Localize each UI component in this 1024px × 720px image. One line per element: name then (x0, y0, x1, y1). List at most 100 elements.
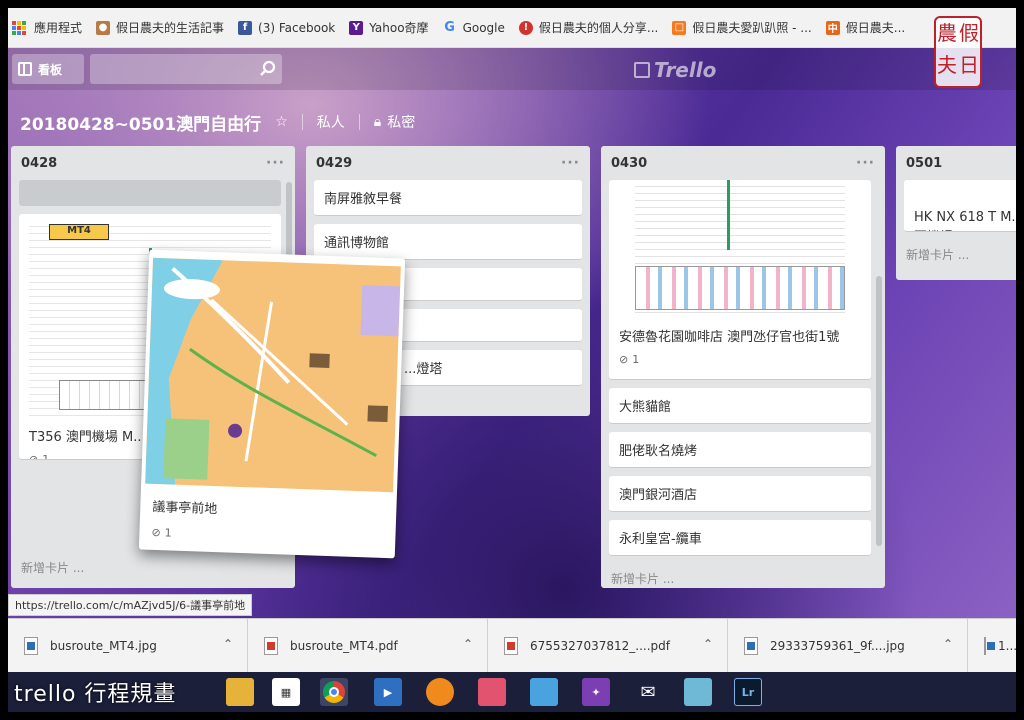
list-scrollbar[interactable] (876, 276, 882, 546)
notes-app-icon[interactable] (684, 678, 712, 706)
card-title: HK NX 618 T M... 國機場 18/05/01... (914, 210, 1016, 231)
bookmark-label: 假日農夫愛趴趴照 - ... (692, 21, 812, 35)
bookmark-label: 應用程式 (34, 21, 83, 35)
pin-icon: ! (518, 20, 533, 35)
paperclip-icon: ⊘ (619, 353, 629, 366)
list-header[interactable]: 0430 ··· (601, 146, 885, 180)
list-header[interactable]: 0501 (896, 146, 1016, 180)
trello-logo-icon (634, 62, 650, 78)
download-item[interactable]: 1... (968, 619, 1016, 673)
list-menu-icon[interactable]: ··· (561, 155, 580, 171)
trello-board: 看板 Trello 20180428~0501澳門自由行 ☆ 私人 🔒︎ 私密 (8, 48, 1016, 618)
card[interactable]: 大熊貓館 (609, 388, 871, 424)
stamp-char: 夫 (937, 53, 957, 77)
bookmark-facebook[interactable]: f (3) Facebook (238, 20, 336, 35)
bookmarks-bar: 應用程式 ● 假日農夫的生活記事 f (3) Facebook Y Yahoo奇… (8, 8, 1016, 48)
bookmark-label: 假日農夫... (845, 21, 906, 35)
card-cover-grey[interactable] (19, 180, 281, 206)
macau-map (145, 257, 401, 485)
download-filename: 29333759361_9f....jpg (770, 638, 905, 653)
privacy-button[interactable]: 🔒︎ 私密 (374, 112, 415, 132)
route-line (727, 180, 730, 250)
bookmark-blog[interactable]: ● 假日農夫的生活記事 (96, 19, 224, 36)
attachment-badge: ⊘ 1 (151, 526, 172, 540)
trello-header: 看板 Trello (8, 48, 1016, 90)
bookmark-google[interactable]: G Google (443, 20, 505, 35)
google-icon: G (444, 20, 455, 35)
card-cafe[interactable]: 安德魯花園咖啡店 澳門氹仔官也街1號 ⊘ 1 (609, 180, 871, 380)
blog-icon: 中 (825, 20, 840, 35)
add-card-button[interactable]: 新增卡片 ... (601, 564, 885, 597)
list-title: 0429 (316, 155, 353, 171)
image-file-icon (984, 636, 995, 655)
add-card-button[interactable]: 新增卡片 ... (896, 240, 1016, 273)
download-filename: busroute_MT4.jpg (50, 638, 157, 653)
bookmark-label: 假日農夫的個人分享... (538, 21, 659, 35)
card[interactable]: 肥佬耿名燒烤 (609, 432, 871, 468)
download-item[interactable]: 6755327037812_....pdf ⌃ (488, 618, 728, 673)
download-item[interactable]: 29333759361_9f....jpg ⌃ (728, 618, 968, 673)
attachment-count: 1 (42, 453, 50, 460)
bookmark-personal-share[interactable]: ! 假日農夫的個人分享... (518, 19, 659, 36)
media-player-icon[interactable]: ▶ (374, 678, 402, 706)
add-card-button[interactable]: 新增卡片 ... (11, 553, 94, 586)
star-icon[interactable]: ☆ (275, 114, 288, 130)
list-title: 0501 (906, 155, 943, 171)
dragged-card[interactable]: 議事亭前地 ⊘ 1 (138, 249, 406, 559)
stamp-char: 假 (959, 21, 979, 45)
download-filename: busroute_MT4.pdf (290, 638, 398, 653)
image-viewer-icon[interactable] (530, 678, 558, 706)
facebook-icon: f (238, 20, 253, 35)
chevron-up-icon[interactable]: ⌃ (223, 637, 233, 651)
paint-app-icon[interactable]: ✦ (582, 678, 610, 706)
bus-route-badge: MT4 (49, 224, 109, 240)
chevron-up-icon[interactable]: ⌃ (463, 637, 473, 651)
divider (358, 114, 360, 130)
chevron-up-icon[interactable]: ⌃ (943, 637, 953, 651)
watermark-stamp: 農 假 夫 日 (934, 16, 982, 88)
bookmark-label: (3) Facebook (258, 20, 336, 35)
card[interactable]: 通訊博物館 (314, 224, 582, 260)
chrome-icon[interactable] (320, 678, 348, 706)
search-icon[interactable] (258, 59, 278, 79)
bookmark-yahoo[interactable]: Y Yahoo奇摩 (349, 19, 429, 36)
photo-app-icon[interactable] (426, 678, 454, 706)
schedule-image (635, 180, 845, 316)
privacy-label: 私密 (387, 115, 416, 131)
paperclip-icon: ⊘ (29, 453, 39, 460)
pdf-file-icon (504, 636, 518, 655)
bookmark-travel-blog[interactable]: □ 假日農夫愛趴趴照 - ... (672, 19, 812, 36)
explorer-icon[interactable] (226, 678, 254, 706)
card[interactable]: 澳門銀河酒店 (609, 476, 871, 512)
visibility-button[interactable]: 私人 (317, 112, 345, 132)
bookmark-travel-blog-2[interactable]: 中 假日農夫... (825, 19, 906, 36)
mail-icon[interactable]: ✉ (634, 678, 662, 706)
card-title: 議事亭前地 (152, 499, 218, 518)
attachment-count: 1 (164, 526, 172, 540)
search-input[interactable] (90, 54, 282, 84)
board-title[interactable]: 20180428~0501澳門自由行 (20, 110, 261, 135)
list-header[interactable]: 0428 ··· (11, 146, 295, 180)
list-menu-icon[interactable]: ··· (856, 155, 875, 171)
bookmark-label: Google (462, 20, 505, 35)
divider (301, 114, 303, 130)
logo-text: Trello (654, 58, 717, 82)
avatar-icon: ● (96, 20, 111, 35)
card-title: 安德魯花園咖啡店 澳門氹仔官也街1號 (619, 330, 840, 345)
boards-button[interactable]: 看板 (12, 54, 84, 84)
book-app-icon[interactable] (478, 678, 506, 706)
chevron-up-icon[interactable]: ⌃ (703, 637, 713, 651)
card[interactable]: 南屏雅敘早餐 (314, 180, 582, 216)
attachment-badge: ⊘ 1 (619, 353, 861, 366)
list-header[interactable]: 0429 ··· (306, 146, 590, 180)
card[interactable]: 永利皇宮-纜車 (609, 520, 871, 556)
image-file-icon (744, 636, 758, 655)
store-icon[interactable]: ▦ (272, 678, 300, 706)
download-item[interactable]: busroute_MT4.jpg ⌃ (8, 618, 248, 673)
trello-logo[interactable]: Trello (634, 58, 716, 82)
list-menu-icon[interactable]: ··· (266, 155, 285, 171)
download-item[interactable]: busroute_MT4.pdf ⌃ (248, 618, 488, 673)
card-flight[interactable]: HK NX 618 T M... 國機場 18/05/01... (904, 180, 1016, 232)
lightroom-icon[interactable]: Lr (734, 678, 762, 706)
bookmark-apps[interactable]: 應用程式 (12, 19, 82, 36)
